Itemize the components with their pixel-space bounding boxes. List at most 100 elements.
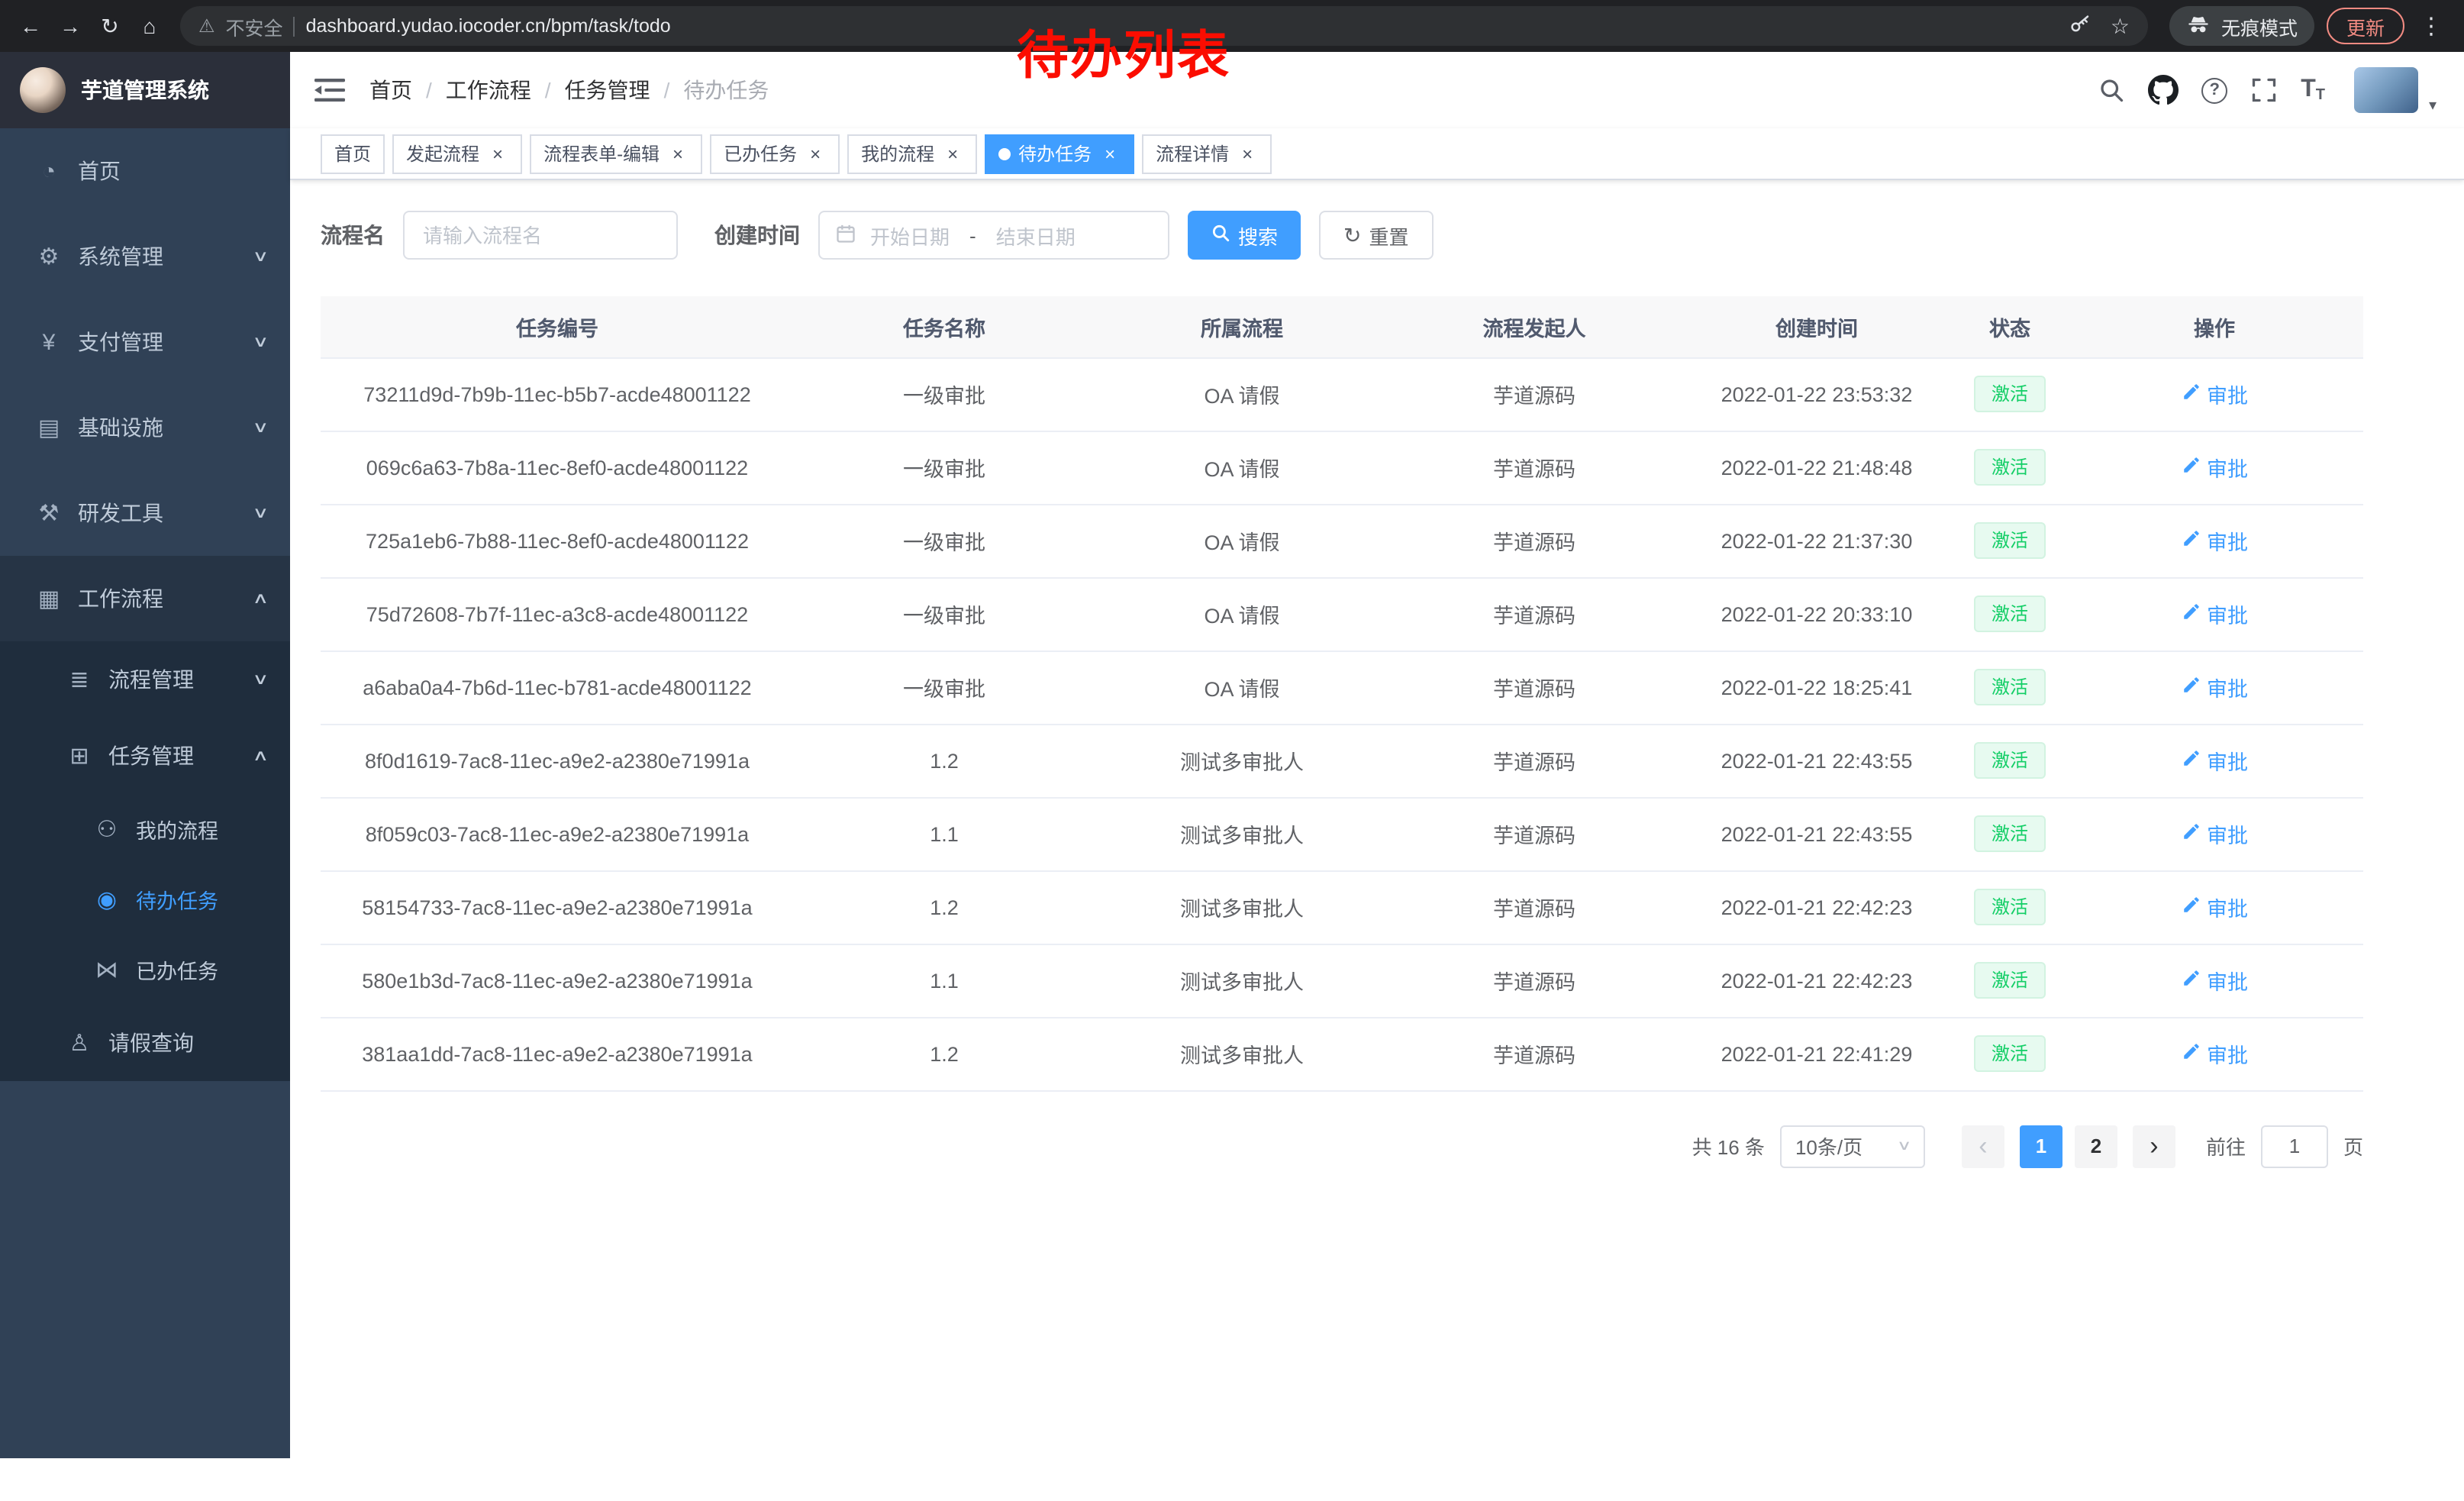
home-icon[interactable]: ⌂ xyxy=(131,8,168,44)
approve-link[interactable]: 审批 xyxy=(2181,1038,2248,1069)
close-icon[interactable]: × xyxy=(942,143,963,164)
tab-done-tasks[interactable]: 已办任务× xyxy=(710,134,840,173)
sidebar-item-process-mgmt[interactable]: ≣流程管理∨ xyxy=(0,641,290,718)
tab-label: 发起流程 xyxy=(406,140,479,166)
edit-icon xyxy=(2181,455,2201,479)
close-icon[interactable]: × xyxy=(805,143,826,164)
sidebar-item-my-process[interactable]: ⚇我的流程 xyxy=(0,794,290,864)
status-cell: 激活 xyxy=(1954,577,2066,650)
approve-link[interactable]: 审批 xyxy=(2181,452,2248,483)
approve-link[interactable]: 审批 xyxy=(2181,745,2248,776)
action-cell: 审批 xyxy=(2066,431,2363,504)
logo-avatar xyxy=(20,67,66,113)
starter-cell: 芋道源码 xyxy=(1389,1017,1679,1090)
create-time-cell: 2022-01-22 20:33:10 xyxy=(1679,577,1954,650)
prev-page-button[interactable]: ‹ xyxy=(1962,1125,2004,1167)
date-range-picker[interactable]: 开始日期 - 结束日期 xyxy=(818,211,1169,260)
create-time-cell: 2022-01-22 18:25:41 xyxy=(1679,650,1954,724)
tab-my-process[interactable]: 我的流程× xyxy=(847,134,977,173)
font-size-icon[interactable]: TT xyxy=(2301,76,2325,104)
approve-label: 审批 xyxy=(2207,818,2248,849)
tab-todo-tasks[interactable]: 待办任务× xyxy=(985,134,1134,173)
tab-process-detail[interactable]: 流程详情× xyxy=(1142,134,1272,173)
action-cell: 审批 xyxy=(2066,944,2363,1017)
create-time-label: 创建时间 xyxy=(714,220,800,250)
page-button-1[interactable]: 1 xyxy=(2020,1125,2062,1167)
menu-dots-icon[interactable]: ⋮ xyxy=(2411,12,2452,40)
approve-link[interactable]: 审批 xyxy=(2181,599,2248,629)
back-icon[interactable]: ← xyxy=(12,8,49,44)
user-avatar[interactable]: ▾ xyxy=(2354,67,2418,113)
sidebar-item-devtools[interactable]: ⚒研发工具∨ xyxy=(0,470,290,556)
sidebar-item-workflow[interactable]: ▦工作流程∧ xyxy=(0,556,290,641)
breadcrumb-separator: / xyxy=(426,78,432,102)
approve-link[interactable]: 审批 xyxy=(2181,525,2248,556)
page-button-2[interactable]: 2 xyxy=(2075,1125,2117,1167)
forward-icon[interactable]: → xyxy=(52,8,89,44)
task-id-cell: a6aba0a4-7b6d-11ec-b781-acde48001122 xyxy=(321,650,794,724)
create-time-cell: 2022-01-21 22:42:23 xyxy=(1679,870,1954,944)
search-icon[interactable] xyxy=(2098,76,2125,104)
annotation-overlay: 待办列表 xyxy=(1017,14,1230,89)
app-logo[interactable]: 芋道管理系统 xyxy=(0,52,290,128)
task-name-cell: 1.2 xyxy=(794,724,1095,797)
process-name-cell: 测试多审批人 xyxy=(1095,724,1389,797)
approve-link[interactable]: 审批 xyxy=(2181,965,2248,996)
bookmark-star-icon[interactable]: ☆ xyxy=(2111,13,2130,39)
reload-icon[interactable]: ↻ xyxy=(92,8,128,44)
sidebar-item-done-task[interactable]: ⋈已办任务 xyxy=(0,934,290,1005)
sidebar-toggle-icon[interactable] xyxy=(314,76,345,104)
sidebar-item-label: 首页 xyxy=(78,156,121,186)
sidebar-item-task-mgmt[interactable]: ⊞任务管理∧ xyxy=(0,718,290,794)
close-icon[interactable]: × xyxy=(667,143,689,164)
approve-link[interactable]: 审批 xyxy=(2181,892,2248,922)
approve-link[interactable]: 审批 xyxy=(2181,672,2248,702)
edit-icon xyxy=(2181,675,2201,699)
people-icon: ⚇ xyxy=(89,815,125,843)
next-page-button[interactable]: › xyxy=(2133,1125,2175,1167)
breadcrumb-task-mgmt[interactable]: 任务管理 xyxy=(565,75,650,105)
incognito-icon xyxy=(2186,11,2211,40)
chevron-down-icon: ∨ xyxy=(252,334,269,350)
approve-link[interactable]: 审批 xyxy=(2181,379,2248,409)
starter-cell: 芋道源码 xyxy=(1389,650,1679,724)
password-key-icon[interactable] xyxy=(2069,12,2092,40)
app-header: 首页 / 工作流程 / 任务管理 / 待办任务 xyxy=(290,52,2464,128)
breadcrumb-home[interactable]: 首页 xyxy=(369,75,412,105)
status-cell: 激活 xyxy=(1954,650,2066,724)
approve-label: 审批 xyxy=(2207,1038,2248,1069)
status-badge: 激活 xyxy=(1975,522,2045,559)
tab-home[interactable]: 首页 xyxy=(321,134,385,173)
approve-link[interactable]: 审批 xyxy=(2181,818,2248,849)
create-time-cell: 2022-01-21 22:43:55 xyxy=(1679,797,1954,870)
sidebar-item-home[interactable]: ◔首页 xyxy=(0,128,290,214)
sidebar-item-infrastructure[interactable]: ▤基础设施∨ xyxy=(0,385,290,470)
help-icon[interactable]: ? xyxy=(2201,77,2227,103)
fullscreen-icon[interactable] xyxy=(2250,76,2278,104)
process-name-cell: OA 请假 xyxy=(1095,357,1389,431)
tags-view: 首页发起流程×流程表单-编辑×已办任务×我的流程×待办任务×流程详情× xyxy=(290,128,2464,180)
reset-button[interactable]: ↻ 重置 xyxy=(1319,211,1434,260)
tab-form-edit[interactable]: 流程表单-编辑 × xyxy=(530,134,702,173)
tab-label: 流程表单-编辑 xyxy=(543,140,660,166)
task-id-cell: 58154733-7ac8-11ec-a9e2-a2380e71991a xyxy=(321,870,794,944)
close-icon[interactable]: × xyxy=(487,143,508,164)
sidebar-item-todo-task[interactable]: ◉待办任务 xyxy=(0,864,290,934)
tab-start-process[interactable]: 发起流程 × xyxy=(392,134,522,173)
github-icon[interactable] xyxy=(2148,75,2179,105)
breadcrumb-separator: / xyxy=(545,78,551,102)
process-name-input[interactable] xyxy=(403,211,678,260)
close-icon[interactable]: × xyxy=(1237,143,1258,164)
sidebar-item-leave-query[interactable]: ♙请假查询 xyxy=(0,1005,290,1081)
search-button[interactable]: 搜索 xyxy=(1188,211,1301,260)
starter-cell: 芋道源码 xyxy=(1389,870,1679,944)
task-name-cell: 一级审批 xyxy=(794,577,1095,650)
close-icon[interactable]: × xyxy=(1099,143,1121,164)
status-cell: 激活 xyxy=(1954,797,2066,870)
goto-page-input[interactable] xyxy=(2261,1125,2328,1167)
sidebar-item-payment[interactable]: ¥支付管理∨ xyxy=(0,299,290,385)
sidebar-item-system[interactable]: ⚙系统管理∨ xyxy=(0,214,290,299)
breadcrumb-workflow[interactable]: 工作流程 xyxy=(446,75,531,105)
update-button[interactable]: 更新 xyxy=(2327,8,2404,44)
page-size-select[interactable]: 10条/页 ∨ xyxy=(1780,1125,1925,1167)
